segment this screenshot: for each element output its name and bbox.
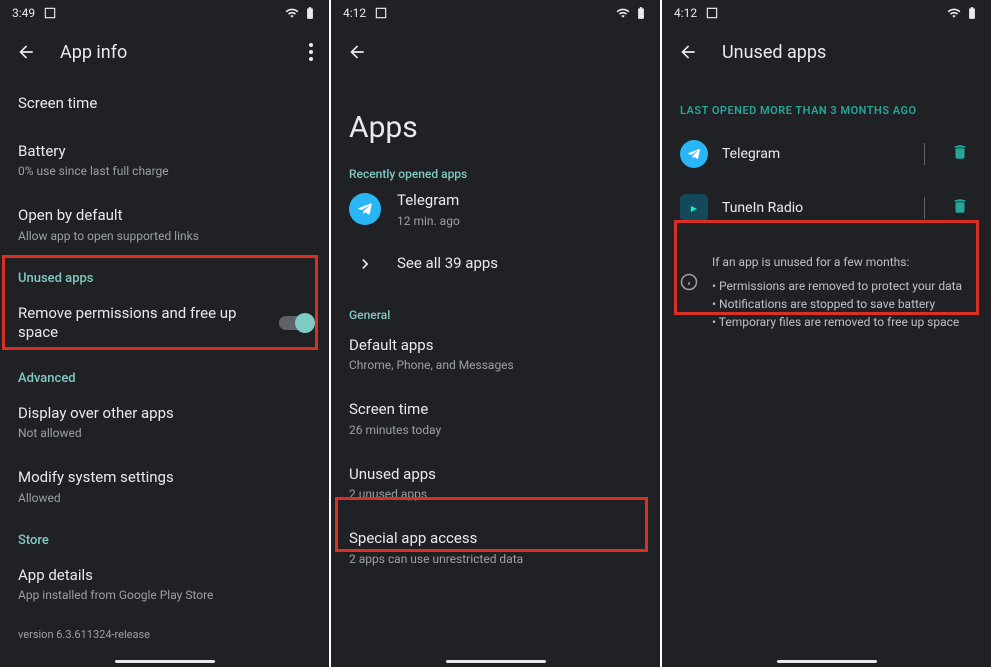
wifi-icon	[285, 6, 299, 20]
section-header: LAST OPENED MORE THAN 3 MONTHS AGO	[662, 80, 991, 127]
screenshot-icon	[705, 6, 719, 20]
status-bar: 4:12	[331, 0, 660, 24]
store-header: Store	[18, 519, 311, 552]
highlight-annotation	[335, 497, 648, 552]
status-bar: 4:12	[662, 0, 991, 24]
panel-unused-apps: 4:12 Unused apps LAST OPENED MORE THAN 3…	[662, 0, 991, 667]
divider	[924, 143, 925, 165]
wifi-icon	[616, 6, 630, 20]
nav-bar[interactable]	[446, 660, 546, 663]
overflow-menu-icon[interactable]	[309, 43, 313, 61]
display-over-apps-item[interactable]: Display over other apps Not allowed	[18, 390, 311, 455]
chevron-right-icon	[355, 254, 375, 274]
battery-icon	[634, 6, 648, 20]
wifi-icon	[947, 6, 961, 20]
clock: 3:49	[12, 6, 35, 20]
screenshot-icon	[374, 6, 388, 20]
screen-time-item[interactable]: Screen time 26 minutes today	[349, 386, 642, 451]
divider	[924, 197, 925, 219]
open-by-default-item[interactable]: Open by default Allow app to open suppor…	[18, 192, 311, 257]
back-arrow-icon[interactable]	[16, 42, 36, 62]
panel-app-info: 3:49 App info Screen time Battery 0% use…	[0, 0, 329, 667]
telegram-icon	[680, 140, 708, 168]
version-label: version 6.3.611324-release	[18, 616, 311, 653]
modify-settings-item[interactable]: Modify system settings Allowed	[18, 454, 311, 519]
highlight-annotation	[2, 255, 318, 350]
battery-icon	[965, 6, 979, 20]
page-title: Apps	[331, 80, 660, 167]
tunein-icon: ▶	[680, 194, 708, 222]
see-all-apps-row[interactable]: See all 39 apps	[349, 238, 642, 290]
panel-apps: 4:12 Apps Recently opened apps Telegram …	[331, 0, 660, 667]
nav-bar[interactable]	[777, 660, 877, 663]
recently-opened-header: Recently opened apps	[349, 167, 642, 181]
status-icons	[947, 6, 979, 20]
page-title: App info	[60, 42, 285, 63]
screenshot-icon	[43, 6, 57, 20]
app-details-item[interactable]: App details App installed from Google Pl…	[18, 552, 311, 617]
app-row-telegram[interactable]: Telegram 12 min. ago	[349, 181, 642, 238]
status-bar: 3:49	[0, 0, 329, 24]
trash-icon	[951, 143, 969, 161]
back-arrow-icon[interactable]	[678, 42, 698, 62]
highlight-annotation	[674, 220, 979, 315]
nav-bar[interactable]	[115, 660, 215, 663]
info-bullet: Temporary files are removed to free up s…	[712, 313, 962, 331]
page-title: Unused apps	[722, 42, 975, 63]
battery-item[interactable]: Battery 0% use since last full charge	[18, 128, 311, 193]
telegram-icon	[349, 193, 381, 225]
clock: 4:12	[343, 6, 366, 20]
unused-app-row[interactable]: Telegram	[662, 127, 991, 181]
general-header: General	[349, 290, 642, 322]
battery-icon	[303, 6, 317, 20]
screen-time-item[interactable]: Screen time	[18, 80, 311, 128]
advanced-header: Advanced	[18, 357, 311, 390]
status-icons	[285, 6, 317, 20]
clock: 4:12	[674, 6, 697, 20]
trash-icon	[951, 197, 969, 215]
default-apps-item[interactable]: Default apps Chrome, Phone, and Messages	[349, 322, 642, 387]
back-arrow-icon[interactable]	[347, 42, 367, 62]
delete-button[interactable]	[947, 139, 973, 169]
delete-button[interactable]	[947, 193, 973, 223]
status-icons	[616, 6, 648, 20]
